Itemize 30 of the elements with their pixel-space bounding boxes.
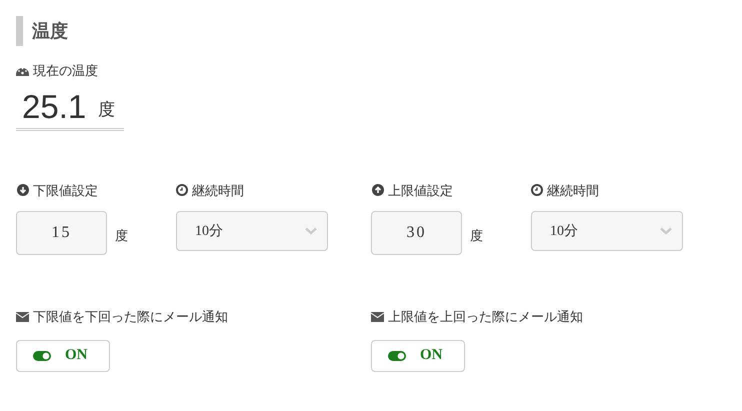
duration-dropdown[interactable]: 10分 (176, 211, 328, 251)
unit-label: 度 (470, 226, 483, 244)
field-label: 現在の温度 (33, 62, 98, 80)
field-label: 下限値設定 (33, 182, 98, 200)
toggle-button[interactable]: ON (16, 340, 110, 372)
unit-label: 度 (98, 99, 116, 121)
toggle-button[interactable]: ON (371, 340, 465, 372)
toggle-on-icon (33, 350, 51, 360)
duration-dropdown[interactable]: 10分 (531, 211, 683, 251)
clock-icon (176, 184, 188, 196)
chevron-down-icon (305, 227, 317, 235)
toggle-on-icon (388, 350, 406, 360)
clock-icon (531, 184, 543, 196)
section-title: 温度 (32, 20, 68, 42)
heading-bar (16, 16, 23, 46)
unit-label: 度 (115, 226, 128, 244)
gauge-icon (16, 65, 29, 76)
envelope-icon (16, 312, 29, 322)
number-field[interactable]: 30 (371, 211, 462, 255)
field-label: 上限値を上回った際にメール通知 (388, 308, 583, 326)
field-label: 継続時間 (547, 182, 599, 200)
field-label: 下限値を下回った際にメール通知 (33, 308, 228, 326)
temperature-value: 25.1 (22, 86, 86, 126)
chevron-down-icon (660, 227, 672, 235)
field-label: 継続時間 (192, 182, 244, 200)
envelope-icon (371, 312, 384, 322)
number-field[interactable]: 15 (16, 211, 107, 255)
arrow-up-circle-icon (372, 184, 384, 196)
arrow-down-circle-icon (17, 184, 29, 196)
field-label: 上限値設定 (388, 182, 453, 200)
